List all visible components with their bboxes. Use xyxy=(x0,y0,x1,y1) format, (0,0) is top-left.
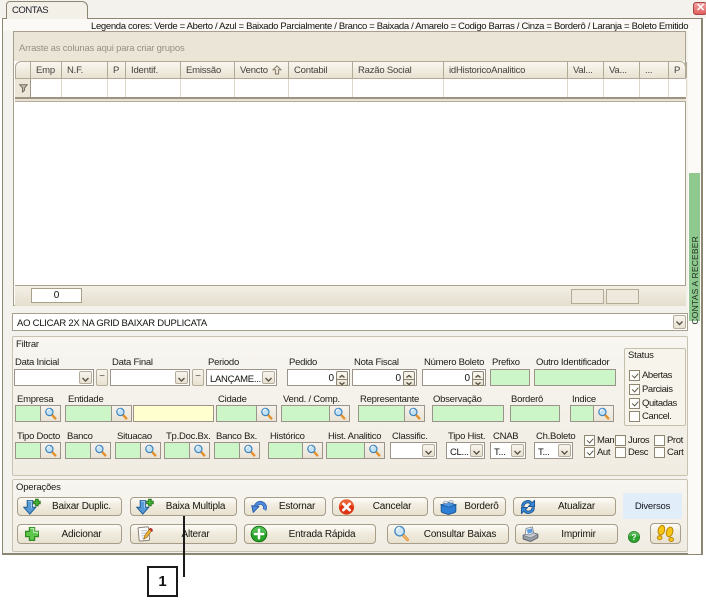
svg-text:?: ? xyxy=(632,533,637,542)
